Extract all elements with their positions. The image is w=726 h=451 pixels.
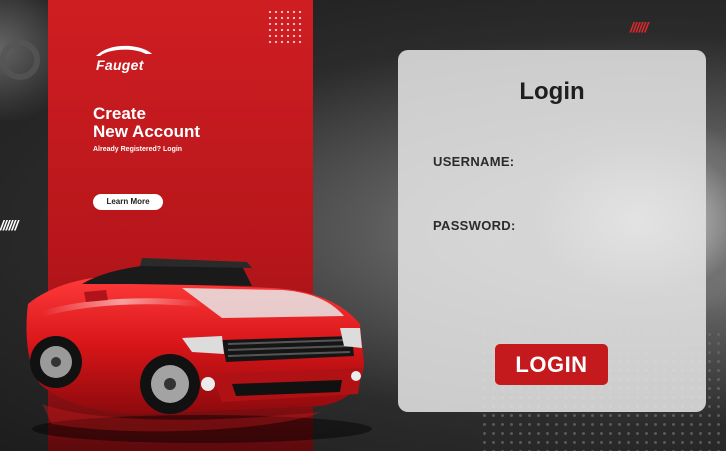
car-logo-icon	[96, 45, 152, 56]
promo-title-line2: New Account	[93, 122, 201, 141]
login-heading: Login	[519, 78, 585, 105]
password-input[interactable]	[523, 215, 687, 237]
brand-name: Fauget	[96, 57, 144, 73]
username-label: USERNAME:	[433, 154, 515, 169]
slash-decoration-left: //////	[0, 217, 18, 233]
promo-title-line1: Create	[93, 104, 146, 123]
promo-title: Create New Account	[93, 105, 200, 141]
background-wheel	[0, 40, 40, 80]
already-registered-link[interactable]: Already Registered? Login	[93, 146, 182, 153]
slash-decoration-top: //////	[630, 19, 648, 35]
username-input[interactable]	[523, 151, 687, 173]
dot-grid-decoration	[267, 9, 305, 47]
sports-car-image	[26, 258, 372, 443]
login-screen: Fauget Create New Account Already Regist…	[0, 0, 726, 451]
login-button[interactable]: LOGIN	[495, 344, 608, 385]
learn-more-button[interactable]: Learn More	[93, 194, 163, 210]
login-card: Login USERNAME: PASSWORD: LOGIN	[398, 50, 706, 412]
password-label: PASSWORD:	[433, 218, 516, 233]
